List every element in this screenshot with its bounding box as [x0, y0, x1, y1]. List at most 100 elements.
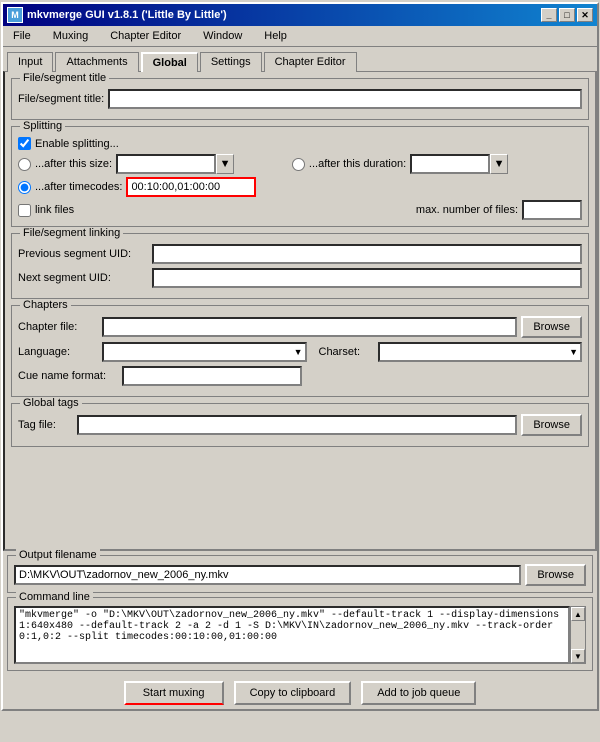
menu-chapter-editor[interactable]: Chapter Editor — [104, 28, 187, 44]
max-files-row: max. number of files: — [416, 200, 582, 220]
tag-file-row: Tag file: Browse — [18, 414, 582, 436]
cmdline-wrapper: ▲ ▼ — [14, 606, 586, 664]
duration-input[interactable] — [410, 154, 490, 174]
output-browse-button[interactable]: Browse — [525, 564, 586, 586]
charset-dropdown[interactable] — [378, 342, 583, 362]
start-muxing-button[interactable]: Start muxing — [124, 681, 224, 705]
chapter-lang-row: Language: ▼ Charset: ▼ — [18, 342, 582, 362]
output-filename-input[interactable] — [14, 565, 521, 585]
size-input[interactable] — [116, 154, 216, 174]
link-max-row: link files max. number of files: — [18, 200, 582, 220]
title-bar-left: M mkvmerge GUI v1.8.1 ('Little By Little… — [7, 7, 227, 23]
copy-clipboard-button[interactable]: Copy to clipboard — [234, 681, 352, 705]
cue-input[interactable] — [122, 366, 302, 386]
timecodes-input[interactable] — [126, 177, 256, 197]
tag-browse-button[interactable]: Browse — [521, 414, 582, 436]
splitting-group-label: Splitting — [20, 120, 65, 132]
chapters-group-label: Chapters — [20, 299, 71, 311]
link-files-checkbox[interactable] — [18, 204, 31, 217]
size-dropdown-wrapper: ▼ — [116, 154, 288, 174]
after-timecodes-row: ...after timecodes: — [18, 177, 582, 197]
menu-window[interactable]: Window — [197, 28, 248, 44]
linking-group-label: File/segment linking — [20, 227, 123, 239]
cmdline-group-label: Command line — [16, 591, 93, 603]
next-uid-input[interactable] — [152, 268, 582, 288]
cmdline-textarea[interactable] — [14, 606, 570, 664]
charset-label: Charset: — [319, 346, 374, 358]
lang-sel-wrapper: ▼ — [102, 342, 307, 362]
max-files-input[interactable] — [522, 200, 582, 220]
main-window: M mkvmerge GUI v1.8.1 ('Little By Little… — [1, 2, 599, 711]
dur-dropdown-wrapper: ▼ — [410, 154, 582, 174]
file-title-row: File/segment title: — [18, 89, 582, 109]
tab-input[interactable]: Input — [7, 52, 53, 72]
linking-group: File/segment linking Previous segment UI… — [11, 233, 589, 299]
window-title: mkvmerge GUI v1.8.1 ('Little By Little') — [27, 9, 227, 21]
scrollbar-track — [571, 621, 585, 649]
prev-uid-row: Previous segment UID: — [18, 244, 582, 264]
splitting-group: Splitting Enable splitting... ...after t… — [11, 126, 589, 227]
scrollbar-down-button[interactable]: ▼ — [571, 649, 585, 663]
language-dropdown[interactable] — [102, 342, 307, 362]
menu-help[interactable]: Help — [258, 28, 293, 44]
bottom-buttons: Start muxing Copy to clipboard Add to jo… — [3, 675, 597, 709]
global-tags-label: Global tags — [20, 397, 82, 409]
tab-content-global: File/segment title File/segment title: S… — [3, 71, 597, 551]
chapter-browse-button[interactable]: Browse — [521, 316, 582, 338]
output-group-label: Output filename — [16, 549, 100, 561]
split-duration-radio[interactable] — [292, 158, 305, 171]
charset-sel-wrapper: ▼ — [378, 342, 583, 362]
split-duration-label: ...after this duration: — [309, 158, 406, 170]
prev-uid-input[interactable] — [152, 244, 582, 264]
file-segment-group-label: File/segment title — [20, 72, 109, 84]
file-segment-group: File/segment title File/segment title: — [11, 78, 589, 120]
chapter-file-input[interactable] — [102, 317, 517, 337]
tag-file-input[interactable] — [77, 415, 517, 435]
size-dropdown-arrow[interactable]: ▼ — [216, 154, 234, 174]
tag-file-label: Tag file: — [18, 419, 73, 431]
next-uid-row: Next segment UID: — [18, 268, 582, 288]
prev-uid-label: Previous segment UID: — [18, 248, 148, 260]
split-size-radio[interactable] — [18, 158, 31, 171]
output-section: Output filename Browse — [7, 555, 593, 593]
global-tags-group: Global tags Tag file: Browse — [11, 403, 589, 447]
chapter-file-label: Chapter file: — [18, 321, 98, 333]
after-size-row: ...after this size: ▼ ...after this dura… — [18, 154, 582, 174]
language-label: Language: — [18, 346, 98, 358]
chapters-group: Chapters Chapter file: Browse Language: … — [11, 305, 589, 397]
enable-splitting-row: Enable splitting... — [18, 137, 582, 150]
next-uid-label: Next segment UID: — [18, 272, 148, 284]
enable-splitting-checkbox[interactable] — [18, 137, 31, 150]
link-files-label: link files — [35, 204, 74, 216]
cue-row: Cue name format: — [18, 366, 582, 386]
tab-chapter-editor[interactable]: Chapter Editor — [264, 52, 357, 72]
chapter-file-row: Chapter file: Browse — [18, 316, 582, 338]
menu-file[interactable]: File — [7, 28, 37, 44]
tab-bar: Input Attachments Global Settings Chapte… — [3, 47, 597, 71]
tab-settings[interactable]: Settings — [200, 52, 262, 72]
split-timecodes-radio[interactable] — [18, 181, 31, 194]
file-title-input[interactable] — [108, 89, 582, 109]
add-job-queue-button[interactable]: Add to job queue — [361, 681, 476, 705]
menu-muxing[interactable]: Muxing — [47, 28, 94, 44]
title-buttons: _ □ ✕ — [541, 8, 593, 22]
output-row: Browse — [14, 564, 586, 586]
minimize-button[interactable]: _ — [541, 8, 557, 22]
cmdline-section: Command line ▲ ▼ — [7, 597, 593, 671]
link-files-row: link files — [18, 204, 74, 217]
menu-bar: File Muxing Chapter Editor Window Help — [3, 26, 597, 47]
split-timecodes-label: ...after timecodes: — [35, 181, 122, 193]
dur-dropdown-arrow[interactable]: ▼ — [490, 154, 508, 174]
maximize-button[interactable]: □ — [559, 8, 575, 22]
app-icon: M — [7, 7, 23, 23]
enable-splitting-label: Enable splitting... — [35, 138, 119, 150]
max-files-label: max. number of files: — [416, 204, 518, 216]
file-title-label: File/segment title: — [18, 93, 104, 105]
scrollbar-up-button[interactable]: ▲ — [571, 607, 585, 621]
title-bar: M mkvmerge GUI v1.8.1 ('Little By Little… — [3, 4, 597, 26]
tab-global[interactable]: Global — [141, 52, 198, 72]
tab-attachments[interactable]: Attachments — [55, 52, 138, 72]
split-size-label: ...after this size: — [35, 158, 112, 170]
cue-label: Cue name format: — [18, 370, 118, 382]
close-button[interactable]: ✕ — [577, 8, 593, 22]
